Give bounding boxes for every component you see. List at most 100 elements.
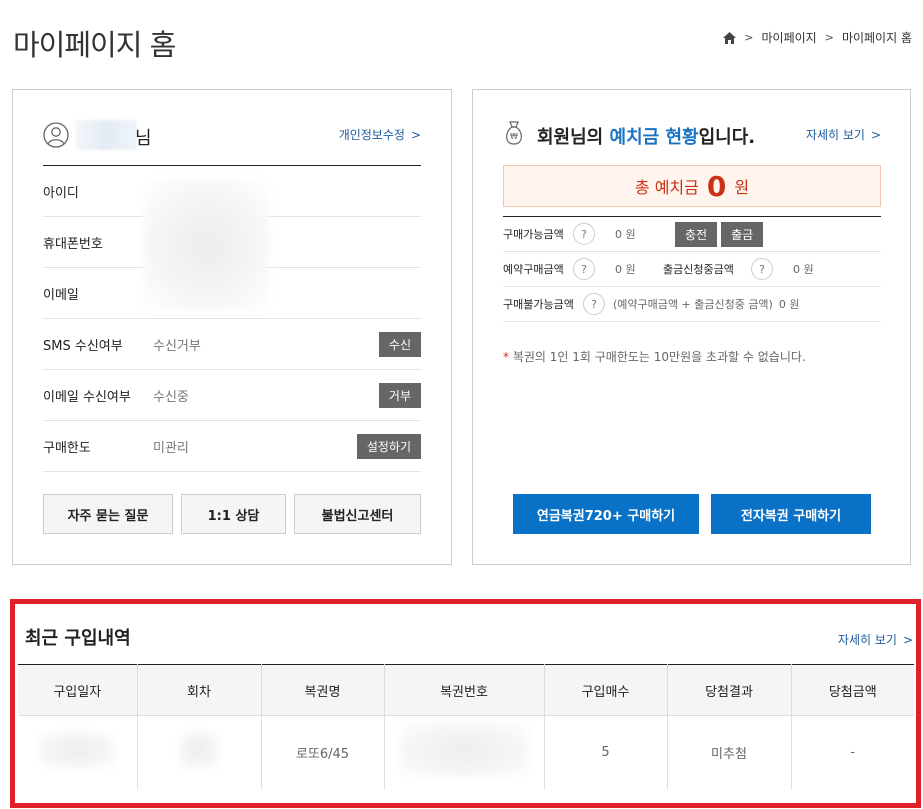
breadcrumb: > 마이페이지 > 마이페이지 홈 (723, 29, 912, 46)
edit-profile-link[interactable]: 개인정보수정 > (339, 126, 421, 143)
total-deposit-box: 총 예치금 0 원 (503, 165, 881, 207)
faq-button[interactable]: 자주 묻는 질문 (43, 494, 173, 534)
charge-button[interactable]: 충전 (675, 221, 718, 247)
reserved-label: 예약구매금액 (503, 263, 564, 276)
purchase-limit-notice: * 복권의 1인 1회 구매한도는 10만원을 초과할 수 없습니다. (503, 348, 806, 365)
personal-info-redacted (143, 180, 269, 310)
available-value: 0 원 (615, 228, 636, 241)
recent-more-link[interactable]: 자세히 보기 > (838, 631, 913, 648)
deposit-title-a: 회원님의 (537, 127, 610, 148)
deposit-title: 회원님의 예치금 현황입니다. (537, 123, 755, 149)
user-icon (43, 122, 69, 148)
row-sms: SMS 수신여부 수신거부 수신 (43, 319, 421, 370)
col-purchase-date: 구입일자 (18, 664, 138, 716)
home-icon[interactable] (723, 31, 737, 44)
available-label: 구매가능금액 (503, 228, 564, 241)
unavailable-label: 구매불가능금액 (503, 298, 574, 311)
money-bag-icon: ₩ (506, 121, 522, 145)
total-deposit-value: 0 (706, 169, 727, 203)
deposit-title-b: 입니다. (698, 127, 756, 148)
notice-star: * (503, 350, 509, 364)
table-header-row: 구입일자 회차 복권명 복권번호 구입매수 당첨결과 당첨금액 (18, 664, 914, 716)
withdraw-button[interactable]: 출금 (721, 221, 764, 247)
profile-card: 님 개인정보수정 > 아이디 휴대폰번호 이메일 SMS 수신여부 수신거부 수… (12, 89, 452, 565)
sms-receive-button[interactable]: 수신 (378, 331, 421, 357)
user-name-suffix: 님 (135, 128, 152, 149)
recent-more-label: 자세히 보기 (837, 633, 897, 647)
help-icon[interactable]: ? (573, 258, 595, 280)
purchase-date-redacted (39, 731, 116, 770)
round-cell (137, 715, 262, 789)
unavailable-value: 0 원 (778, 298, 800, 311)
breadcrumb-item-mypage[interactable]: 마이페이지 (762, 29, 817, 46)
phone-label: 휴대폰번호 (43, 236, 103, 252)
recent-purchases-section: 최근 구입내역 자세히 보기 > 구입일자 회차 복권명 복권번호 구입매수 당… (10, 599, 921, 808)
email-receive-label: 이메일 수신여부 (43, 389, 131, 405)
deposit-more-link[interactable]: 자세히 보기 > (806, 126, 881, 143)
col-lottery-number: 복권번호 (384, 664, 545, 716)
total-deposit-label: 총 예치금 (634, 178, 699, 197)
limit-value: 미관리 (153, 440, 189, 456)
help-icon[interactable]: ? (583, 293, 605, 315)
buy-pension-lottery-button[interactable]: 연금복권720+ 구매하기 (513, 494, 699, 534)
row-available: 구매가능금액 ? 0 원 충전 출금 (503, 217, 881, 252)
chevron-right-icon: > (410, 127, 421, 142)
recent-purchases-table: 구입일자 회차 복권명 복권번호 구입매수 당첨결과 당첨금액 로또6/45 5… (18, 664, 914, 789)
lottery-name-cell: 로또6/45 (261, 715, 385, 789)
withdraw-request-value: 0 원 (793, 263, 814, 276)
deposit-more-label: 자세히 보기 (805, 128, 865, 142)
profile-header: 님 개인정보수정 > (43, 120, 421, 166)
result-cell: 미추첨 (667, 715, 792, 789)
chevron-right-icon: > (744, 31, 754, 44)
support-buttons: 자주 묻는 질문 1:1 상담 불법신고센터 (43, 494, 421, 534)
col-round: 회차 (137, 664, 262, 716)
email-receive-value: 수신중 (153, 389, 189, 405)
one-on-one-button[interactable]: 1:1 상담 (181, 494, 286, 534)
row-reserved: 예약구매금액 ? 0 원 출금신청중금액 ? 0 원 (503, 252, 881, 287)
reserved-value: 0 원 (615, 263, 636, 276)
email-reject-button[interactable]: 거부 (378, 382, 421, 408)
lottery-number-cell (384, 715, 545, 789)
notice-text: 복권의 1인 1회 구매한도는 10만원을 초과할 수 없습니다. (512, 350, 806, 364)
breadcrumb-item-home[interactable]: 마이페이지 홈 (842, 29, 912, 46)
row-limit: 구매한도 미관리 설정하기 (43, 421, 421, 472)
help-icon[interactable]: ? (751, 258, 773, 280)
unavailable-note: (예약구매금액 + 출금신청중 금액) (613, 298, 773, 311)
chevron-right-icon: > (824, 31, 834, 44)
withdraw-request-label: 출금신청중금액 (663, 263, 734, 276)
chevron-right-icon: > (870, 127, 881, 142)
deposit-title-highlight: 예치금 현황 (609, 127, 699, 148)
deposit-card: ₩ 회원님의 예치금 현황입니다. 자세히 보기 > 총 예치금 0 원 구매가… (472, 89, 911, 565)
buy-buttons: 연금복권720+ 구매하기 전자복권 구매하기 (513, 494, 871, 534)
report-center-button[interactable]: 불법신고센터 (294, 494, 421, 534)
deposit-detail-table: 구매가능금액 ? 0 원 충전 출금 예약구매금액 ? 0 원 출금신청중금액 … (503, 216, 881, 322)
page-title: 마이페이지 홈 (13, 28, 176, 62)
round-redacted (179, 731, 219, 770)
row-unavailable: 구매불가능금액 ? (예약구매금액 + 출금신청중 금액) 0 원 (503, 287, 881, 322)
table-row[interactable]: 로또6/45 5 미추첨 - (18, 715, 914, 789)
recent-purchases-title: 최근 구입내역 (25, 628, 131, 649)
col-lottery-name: 복권명 (261, 664, 385, 716)
svg-text:₩: ₩ (510, 132, 518, 141)
deposit-header: ₩ 회원님의 예치금 현황입니다. 자세히 보기 > (503, 120, 881, 156)
lottery-number-redacted (399, 722, 529, 779)
col-prize: 당첨금액 (791, 664, 914, 716)
col-quantity: 구입매수 (544, 664, 668, 716)
buy-e-lottery-button[interactable]: 전자복권 구매하기 (711, 494, 871, 534)
email-label: 이메일 (43, 287, 79, 303)
sms-value: 수신거부 (153, 338, 201, 354)
chevron-right-icon: > (902, 632, 913, 647)
limit-setting-button[interactable]: 설정하기 (356, 433, 421, 459)
row-email-receive: 이메일 수신여부 수신중 거부 (43, 370, 421, 421)
help-icon[interactable]: ? (573, 223, 595, 245)
prize-cell: - (850, 744, 856, 760)
purchase-date-cell (18, 715, 138, 789)
col-result: 당첨결과 (667, 664, 792, 716)
total-deposit-unit: 원 (734, 178, 750, 197)
id-label: 아이디 (43, 185, 79, 201)
edit-profile-label: 개인정보수정 (338, 128, 405, 142)
limit-label: 구매한도 (43, 440, 91, 456)
sms-label: SMS 수신여부 (43, 338, 123, 354)
user-name-redacted (75, 120, 137, 150)
quantity-cell: 5 (544, 715, 668, 789)
